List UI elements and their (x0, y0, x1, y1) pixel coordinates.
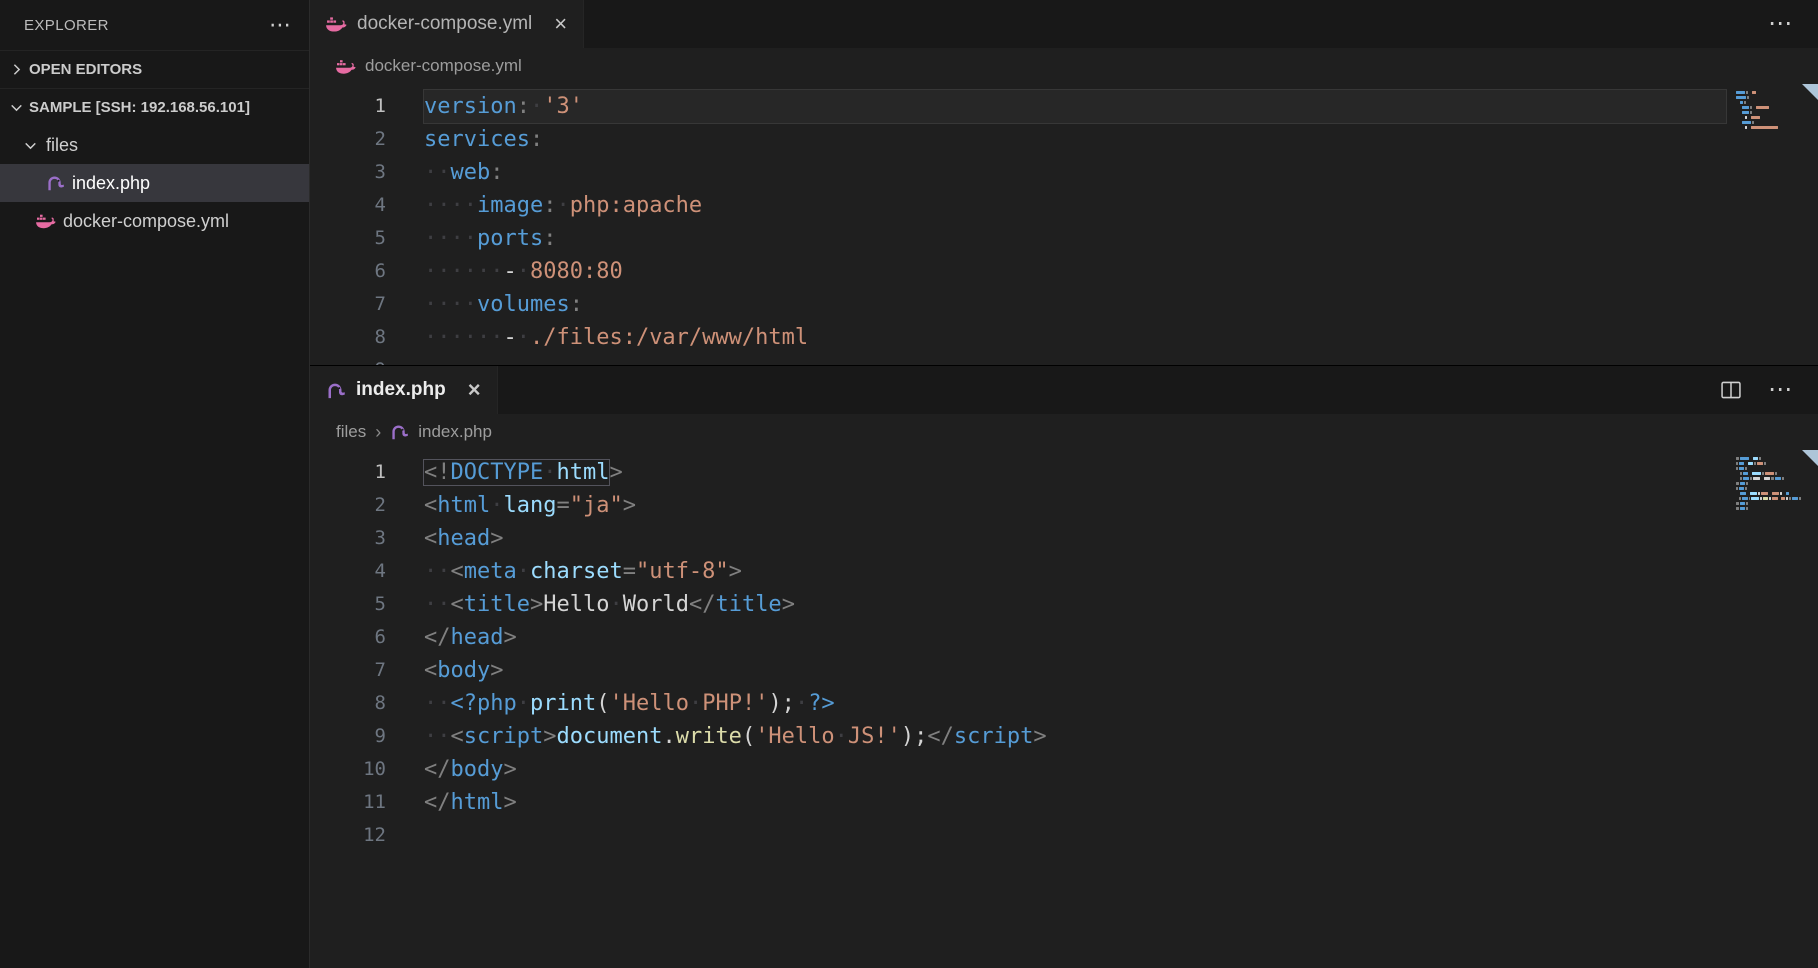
line-number[interactable]: 8 (310, 321, 386, 354)
open-editors-label: OPEN EDITORS (29, 61, 142, 78)
chevron-down-icon (22, 137, 39, 154)
tree-item-index-php[interactable]: index.php (0, 164, 309, 202)
close-icon[interactable]: × (554, 13, 567, 35)
docker-file-icon (36, 213, 56, 229)
code-line[interactable]: 8··<?php·print('Hello·PHP!');·?> (310, 687, 1818, 720)
code-line[interactable]: 7<body> (310, 654, 1818, 687)
line-number[interactable]: 1 (310, 90, 386, 123)
tree-item-label: index.php (72, 173, 150, 194)
line-number[interactable]: 5 (310, 222, 386, 255)
tab-bar: index.php × ⋯ (310, 366, 1818, 414)
chevron-right-icon (8, 61, 25, 78)
code-line[interactable]: 5····ports: (310, 222, 1818, 255)
line-number[interactable]: 5 (310, 588, 386, 621)
code-line[interactable]: 6</head> (310, 621, 1818, 654)
breadcrumb[interactable]: files › index.php (310, 414, 1818, 450)
explorer-sidebar: EXPLORER ⋯ OPEN EDITORS SAMPLE [SSH: 192… (0, 0, 310, 968)
more-actions-icon[interactable]: ⋯ (1768, 12, 1792, 36)
vscode-window: EXPLORER ⋯ OPEN EDITORS SAMPLE [SSH: 192… (0, 0, 1818, 968)
php-file-icon (46, 174, 65, 192)
php-file-icon (326, 381, 346, 400)
code-line[interactable]: 3<head> (310, 522, 1818, 555)
line-number[interactable]: 11 (310, 786, 386, 819)
line-number[interactable]: 12 (310, 819, 386, 852)
code-line[interactable]: 10</body> (310, 753, 1818, 786)
code-line[interactable]: 5··<title>Hello·World</title> (310, 588, 1818, 621)
breadcrumb-item[interactable]: docker-compose.yml (365, 56, 522, 76)
line-number[interactable]: 8 (310, 687, 386, 720)
breadcrumb-item[interactable]: files (336, 422, 366, 442)
line-number[interactable]: 4 (310, 189, 386, 222)
minimap-line (1736, 130, 1802, 135)
code-line[interactable]: 4··<meta·charset="utf-8"> (310, 555, 1818, 588)
editor-group-top: docker-compose.yml × ⋯ docker-compose.ym… (310, 0, 1818, 365)
editor-area: docker-compose.yml × ⋯ docker-compose.ym… (310, 0, 1818, 968)
code-line[interactable]: 1version:·'3' (310, 90, 1818, 123)
breadcrumb-item[interactable]: index.php (418, 422, 492, 442)
workspace-label: SAMPLE [SSH: 192.168.56.101] (29, 99, 250, 116)
line-number[interactable]: 10 (310, 753, 386, 786)
tree-item-label: files (46, 135, 78, 156)
code-line[interactable]: 9 (310, 354, 1818, 365)
explorer-title: EXPLORER (24, 17, 109, 34)
tab-bar: docker-compose.yml × ⋯ (310, 0, 1818, 48)
minimap[interactable] (1736, 90, 1802, 135)
line-number[interactable]: 4 (310, 555, 386, 588)
line-number[interactable]: 3 (310, 156, 386, 189)
more-actions-icon[interactable]: ⋯ (1768, 378, 1792, 402)
code-line[interactable]: 6······-·8080:80 (310, 255, 1818, 288)
code-area[interactable]: 1<!DOCTYPE·html>2<html·lang="ja">3<head>… (310, 450, 1818, 968)
code-line[interactable]: 8······-·./files:/var/www/html (310, 321, 1818, 354)
tab-index-php[interactable]: index.php × (310, 366, 498, 414)
code-line[interactable]: 1<!DOCTYPE·html> (310, 456, 1818, 489)
minimap[interactable] (1736, 456, 1802, 516)
editor-actions: ⋯ (1742, 0, 1818, 48)
line-number[interactable]: 9 (310, 354, 386, 365)
code-line[interactable]: 9··<script>document.write('Hello·JS!');<… (310, 720, 1818, 753)
tree-item-files-folder[interactable]: files (0, 126, 309, 164)
code-line[interactable]: 11</html> (310, 786, 1818, 819)
code-line[interactable]: 2<html·lang="ja"> (310, 489, 1818, 522)
code-line[interactable]: 4····image:·php:apache (310, 189, 1818, 222)
docker-file-icon (326, 16, 347, 32)
code-line[interactable]: 12 (310, 819, 1818, 852)
code-area[interactable]: 1version:·'3'2services:3··web:4····image… (310, 84, 1818, 365)
tree-item-label: docker-compose.yml (63, 211, 229, 232)
workspace-section-header[interactable]: SAMPLE [SSH: 192.168.56.101] (0, 88, 309, 126)
line-number[interactable]: 3 (310, 522, 386, 555)
line-number[interactable]: 7 (310, 288, 386, 321)
editor-actions: ⋯ (1694, 366, 1818, 414)
overview-cursor-marker (1802, 450, 1818, 466)
chevron-down-icon (8, 99, 25, 116)
line-number[interactable]: 1 (310, 456, 386, 489)
line-number[interactable]: 6 (310, 255, 386, 288)
editor-group-bottom: index.php × ⋯ files › (310, 365, 1818, 968)
minimap-line (1736, 511, 1802, 516)
explorer-more-actions-icon[interactable]: ⋯ (269, 14, 291, 36)
line-number[interactable]: 2 (310, 123, 386, 156)
close-icon[interactable]: × (468, 379, 481, 401)
line-number[interactable]: 9 (310, 720, 386, 753)
split-editor-icon[interactable] (1720, 379, 1742, 401)
tree-item-docker-compose[interactable]: docker-compose.yml (0, 202, 309, 240)
docker-file-icon (336, 59, 356, 74)
code-lines: 1version:·'3'2services:3··web:4····image… (310, 84, 1818, 365)
tab-label: docker-compose.yml (357, 13, 532, 35)
line-number[interactable]: 2 (310, 489, 386, 522)
open-editors-section-header[interactable]: OPEN EDITORS (0, 50, 309, 88)
code-lines: 1<!DOCTYPE·html>2<html·lang="ja">3<head>… (310, 450, 1818, 852)
code-line[interactable]: 3··web: (310, 156, 1818, 189)
explorer-header: EXPLORER ⋯ (0, 0, 309, 50)
file-tree: files index.php (0, 126, 309, 240)
line-number[interactable]: 7 (310, 654, 386, 687)
code-line[interactable]: 7····volumes: (310, 288, 1818, 321)
code-line[interactable]: 2services: (310, 123, 1818, 156)
breadcrumb[interactable]: docker-compose.yml (310, 48, 1818, 84)
line-number[interactable]: 6 (310, 621, 386, 654)
php-file-icon (390, 423, 409, 441)
tab-docker-compose-yml[interactable]: docker-compose.yml × (310, 0, 584, 48)
chevron-right-icon: › (375, 422, 381, 443)
tab-label: index.php (356, 379, 446, 401)
overview-cursor-marker (1802, 84, 1818, 100)
